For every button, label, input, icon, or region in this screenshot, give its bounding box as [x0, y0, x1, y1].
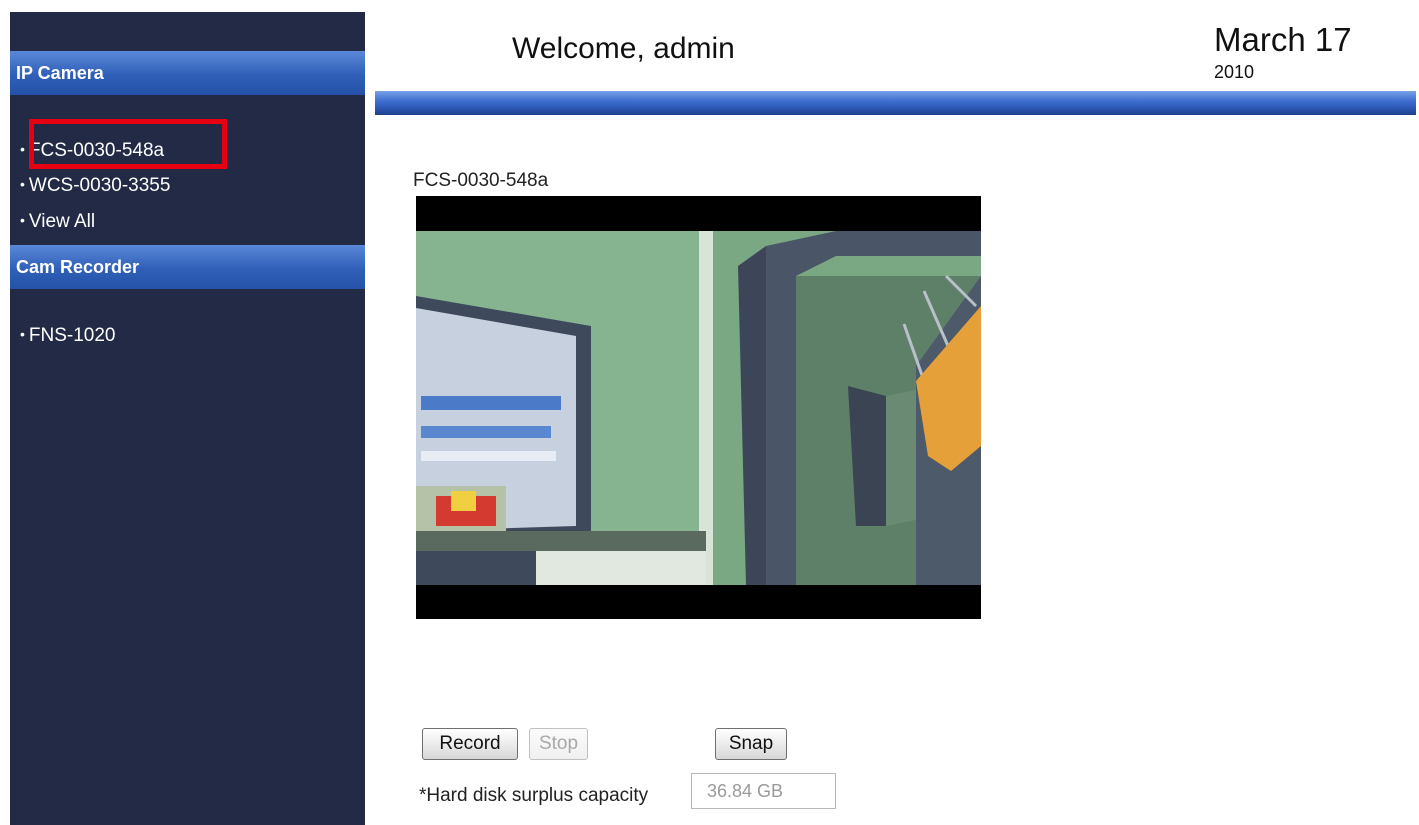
sidebar-item-view-all[interactable]: • View All [20, 211, 95, 233]
camera-video-feed [416, 196, 981, 619]
date-year: 2010 [1214, 62, 1255, 82]
stop-button[interactable]: Stop [529, 728, 588, 760]
bullet-icon: • [20, 141, 25, 157]
sidebar-item-label: FNS-1020 [28, 325, 116, 346]
header-bar [375, 91, 1416, 115]
bullet-icon: • [20, 212, 25, 228]
bullet-icon: • [20, 326, 25, 342]
highlight-annotation-box [29, 119, 227, 169]
welcome-message: Welcome, admin [512, 32, 735, 65]
section-header-cam-recorder: Cam Recorder [10, 245, 365, 289]
record-button[interactable]: Record [422, 728, 518, 760]
capacity-label: *Hard disk surplus capacity [419, 785, 649, 806]
date-month-day: March 17 [1214, 21, 1352, 58]
section-header-ip-camera: IP Camera [10, 51, 365, 95]
camera-title: FCS-0030-548a [413, 170, 549, 191]
sidebar-item-wcs-0030-3355[interactable]: • WCS-0030-3355 [20, 175, 170, 197]
capacity-field: 36.84 GB [691, 773, 836, 809]
sidebar-item-label: WCS-0030-3355 [28, 175, 171, 196]
bullet-icon: • [20, 176, 25, 192]
sidebar-item-fns-1020[interactable]: • FNS-1020 [20, 325, 116, 347]
sidebar-item-label: View All [28, 211, 96, 232]
snap-button[interactable]: Snap [715, 728, 787, 760]
camera-snapshot-image [416, 196, 981, 619]
